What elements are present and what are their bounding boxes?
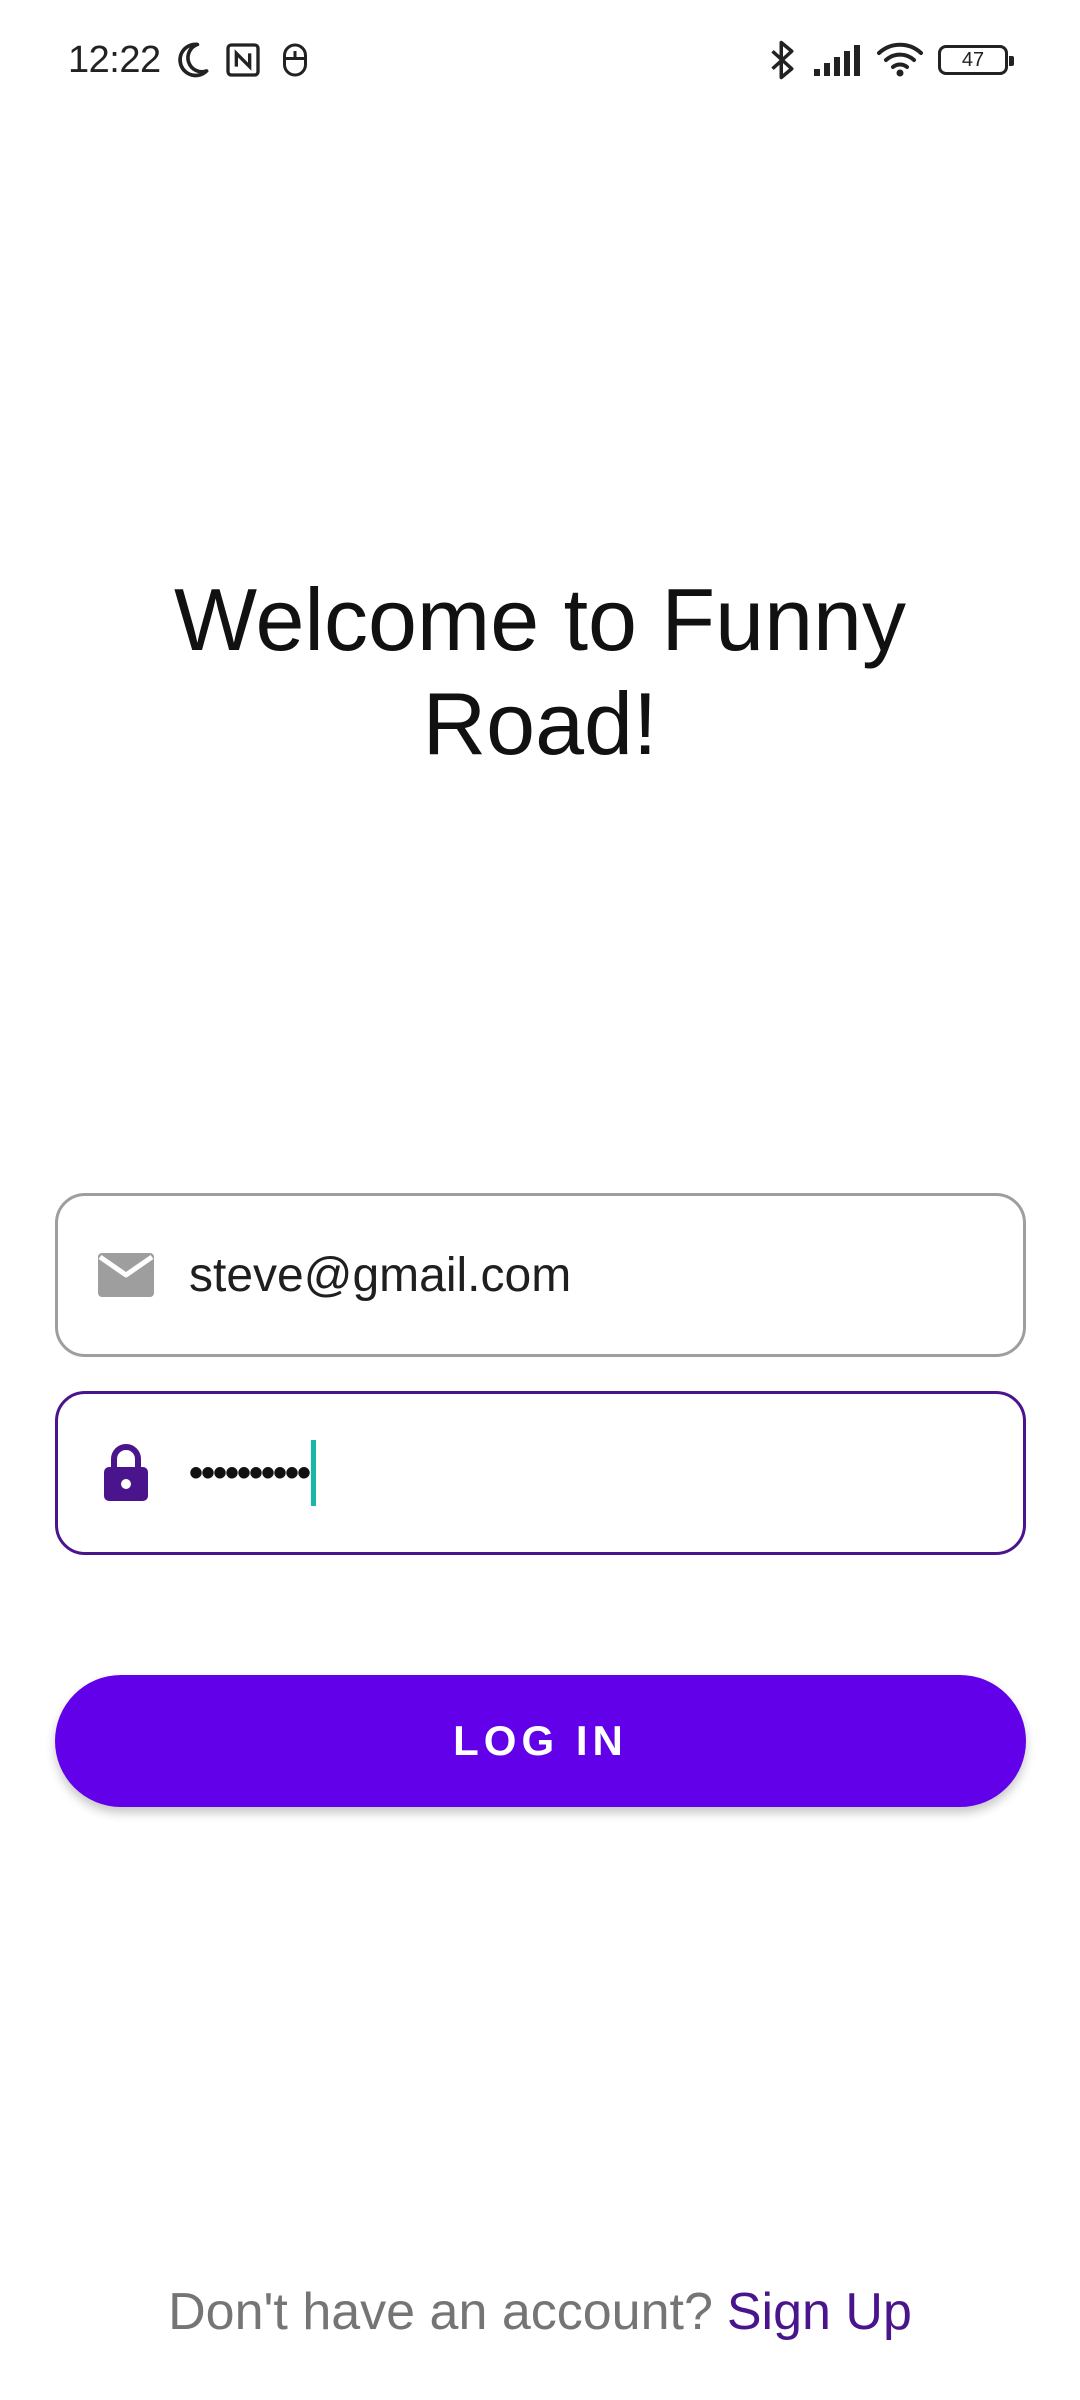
mail-icon <box>94 1243 158 1307</box>
battery-icon: 47 <box>938 45 1014 75</box>
battery-level: 47 <box>961 49 985 71</box>
wifi-icon <box>876 42 924 78</box>
password-field[interactable]: •••••••••• <box>55 1391 1026 1555</box>
signup-link[interactable]: Sign Up <box>727 2283 912 2341</box>
status-time: 12:22 <box>68 38 161 81</box>
nfc-icon <box>223 40 263 80</box>
password-input-area: •••••••••• <box>189 1394 317 1552</box>
signal-icon <box>812 43 862 77</box>
status-bar: 12:22 47 <box>0 0 1080 120</box>
lock-icon <box>94 1441 158 1505</box>
welcome-title-line2: Road! <box>422 674 658 773</box>
signup-prompt: Don't have an account? <box>168 2283 713 2341</box>
password-value: •••••••••• <box>189 1450 311 1495</box>
email-value: steve@gmail.com <box>189 1248 572 1302</box>
login-button[interactable]: LOG IN <box>55 1675 1026 1807</box>
bluetooth-icon <box>768 39 798 81</box>
status-bar-left: 12:22 <box>68 34 311 86</box>
welcome-title-line1: Welcome to Funny <box>173 570 906 669</box>
welcome-title: Welcome to Funny Road! <box>140 568 940 776</box>
signup-row: Don't have an account? Sign Up <box>0 2280 1080 2344</box>
text-caret <box>311 1440 317 1506</box>
email-field[interactable]: steve@gmail.com <box>55 1193 1026 1357</box>
moon-icon <box>169 38 213 82</box>
status-bar-right: 47 <box>768 34 1014 86</box>
mouse-icon <box>279 42 311 78</box>
